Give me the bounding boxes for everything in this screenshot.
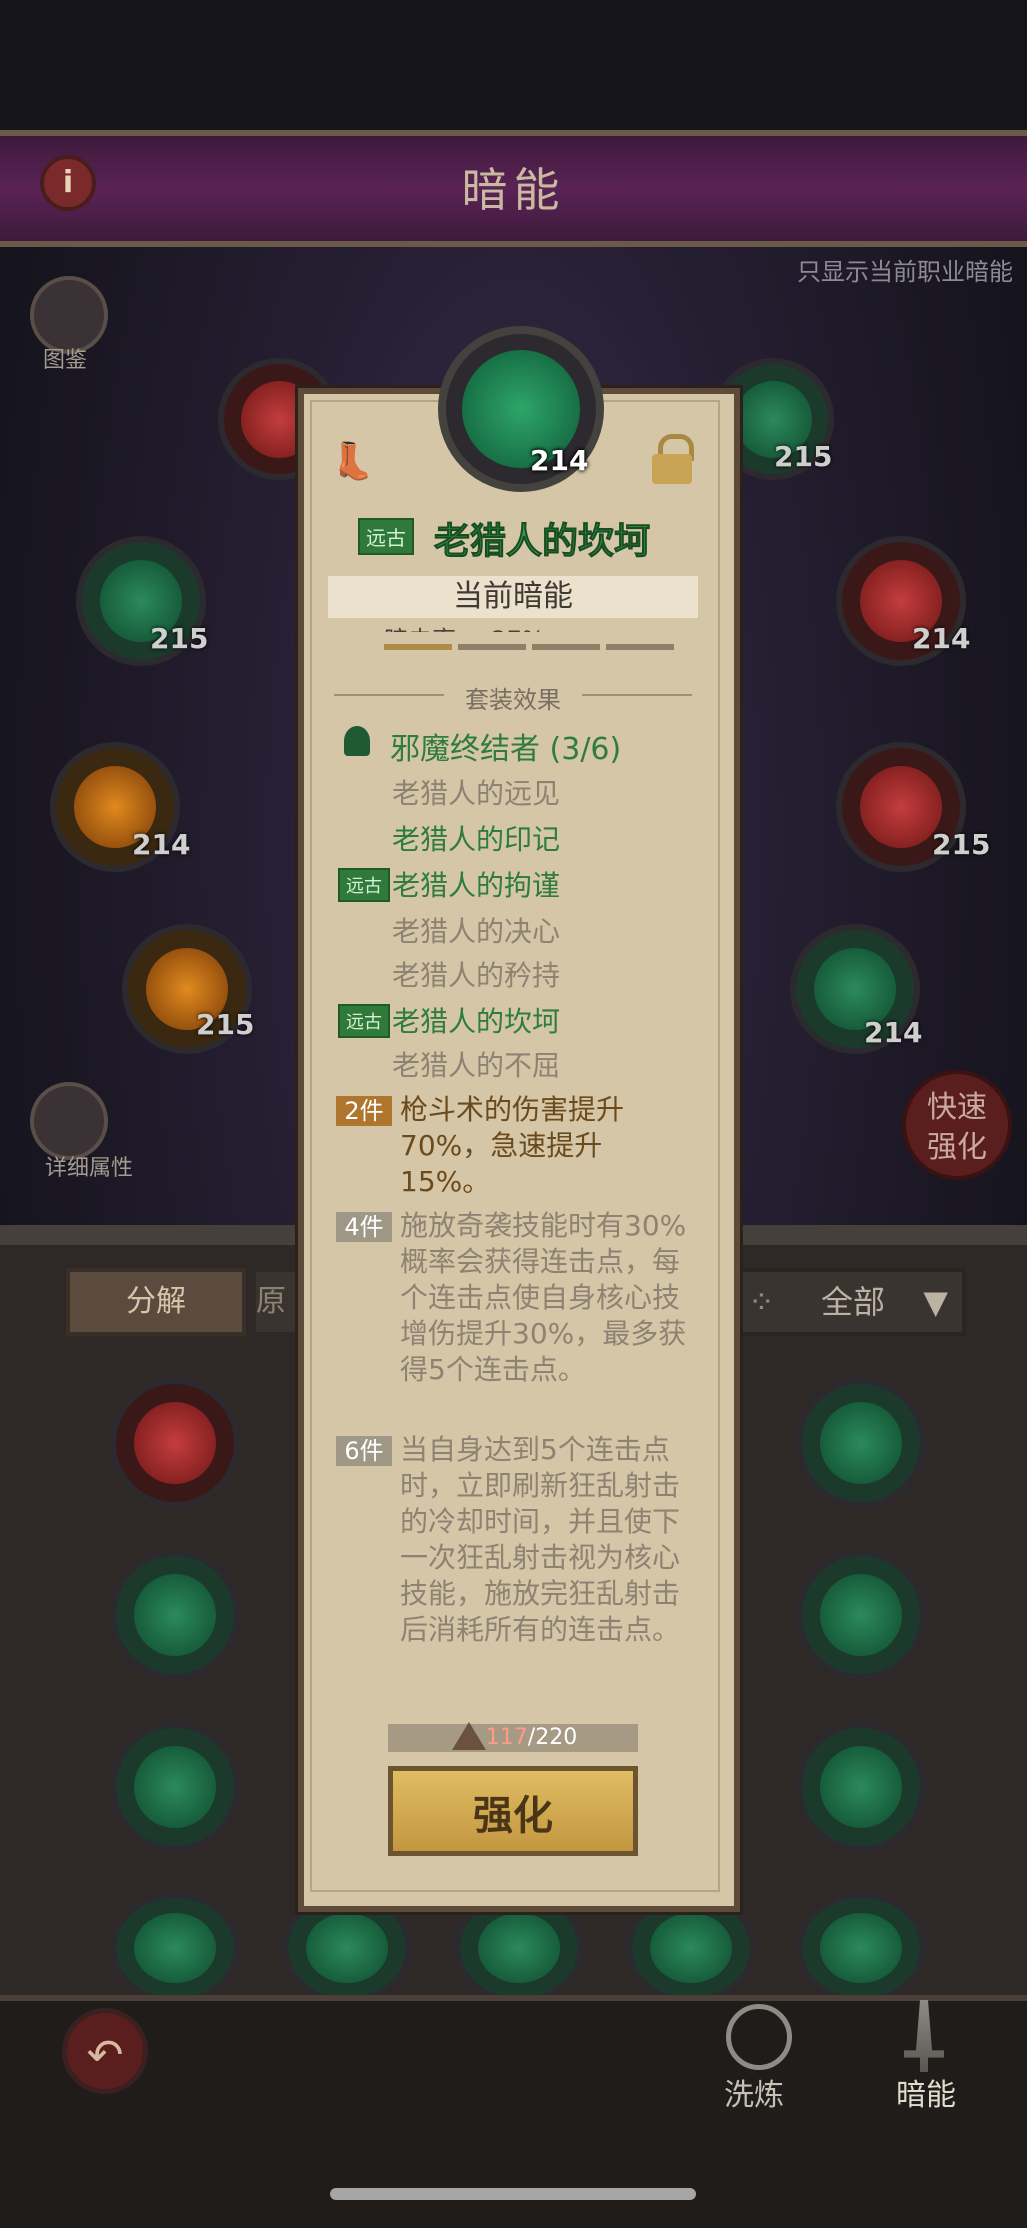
upgrade-button[interactable]: 强化 bbox=[388, 1766, 638, 1856]
quick-upgrade-label: 强化 bbox=[927, 1130, 987, 1165]
nav-dark-energy-label[interactable]: 暗能 bbox=[896, 2070, 956, 2114]
bonus-tier-tag: 2件 bbox=[336, 1096, 392, 1126]
inventory-item[interactable] bbox=[110, 1378, 240, 1508]
sort-button-partial[interactable]: 原 bbox=[256, 1272, 296, 1332]
inventory-item[interactable] bbox=[796, 1892, 926, 2004]
unlock-icon[interactable] bbox=[650, 434, 696, 484]
job-filter-toggle[interactable]: 只显示当前职业暗能 bbox=[797, 252, 1013, 287]
set-piece: 老猎人的不屈 bbox=[392, 1049, 561, 1082]
page-title: 暗能 bbox=[461, 163, 566, 217]
current-dark-energy-label: 当前暗能 bbox=[328, 576, 698, 618]
inventory-item[interactable] bbox=[110, 1892, 240, 2004]
gear-level: 215 bbox=[932, 828, 991, 861]
inventory-item[interactable] bbox=[796, 1722, 926, 1852]
gear-level: 214 bbox=[864, 1016, 923, 1049]
cost-current: 117 bbox=[485, 1725, 528, 1750]
stat-line-partial: 暗击率 + 27% bbox=[384, 620, 545, 632]
stat-progress bbox=[384, 644, 674, 650]
hood-icon bbox=[344, 726, 370, 756]
rarity-tag: 远古 bbox=[338, 1004, 390, 1038]
bonus-tier-tag: 4件 bbox=[336, 1212, 392, 1242]
boots-icon: 👢 bbox=[330, 441, 375, 482]
set-name: 邪魔终结者 (3/6) bbox=[390, 732, 622, 767]
set-piece: 老猎人的拘谨 bbox=[392, 869, 561, 902]
bonus-text: 施放奇袭技能时有30%概率会获得连击点，每个连击点使自身核心技增伤提升30%，最… bbox=[400, 1209, 687, 1386]
decompose-button[interactable]: 分解 bbox=[66, 1268, 246, 1336]
set-piece: 老猎人的印记 bbox=[392, 823, 561, 856]
codex-label[interactable]: 图鉴 bbox=[10, 342, 120, 374]
set-piece: 老猎人的远见 bbox=[392, 777, 561, 810]
nav-refine-label[interactable]: 洗炼 bbox=[724, 2070, 784, 2114]
gear-level: 215 bbox=[150, 622, 209, 655]
set-piece: 老猎人的坎坷 bbox=[392, 1005, 561, 1038]
info-button[interactable]: i bbox=[40, 155, 96, 211]
gear-level: 214 bbox=[912, 622, 971, 655]
title-bar: 暗能 bbox=[0, 130, 1027, 247]
details-label[interactable]: 详细属性 bbox=[14, 1150, 164, 1182]
inventory-item[interactable] bbox=[796, 1550, 926, 1680]
bonus-text: 当自身达到5个连击点时，立即刷新狂乱射击的冷却时间，并且使下一次狂乱射击视为核心… bbox=[400, 1433, 681, 1646]
inventory-item[interactable] bbox=[110, 1550, 240, 1680]
status-area bbox=[0, 0, 1027, 130]
filter-all-dropdown[interactable]: ⁘ 全部 ▼ bbox=[722, 1268, 966, 1336]
item-name: 老猎人的坎坷 bbox=[433, 521, 651, 563]
bonus-text: 枪斗术的伤害提升70%，急速提升15%。 bbox=[400, 1093, 625, 1198]
cost-total: /220 bbox=[527, 1725, 578, 1750]
item-level: 214 bbox=[530, 444, 589, 477]
upgrade-cost: 117/220 bbox=[388, 1724, 638, 1752]
set-piece: 老猎人的矜持 bbox=[392, 959, 561, 992]
home-indicator bbox=[330, 2188, 696, 2200]
inventory-item[interactable] bbox=[110, 1722, 240, 1852]
filter-all-label: 全部 bbox=[820, 1283, 885, 1321]
inventory-item[interactable] bbox=[796, 1378, 926, 1508]
set-piece: 老猎人的决心 bbox=[392, 915, 561, 948]
rarity-tag: 远古 bbox=[358, 518, 414, 555]
bonus-tier-tag: 6件 bbox=[336, 1436, 392, 1466]
quick-upgrade-label: 快速 bbox=[927, 1090, 987, 1125]
set-section-title: 套装效果 bbox=[465, 686, 561, 714]
gear-level: 215 bbox=[196, 1008, 255, 1041]
details-icon[interactable] bbox=[30, 1082, 108, 1160]
gear-level: 214 bbox=[132, 828, 191, 861]
grid-icon: ⁘ bbox=[748, 1283, 775, 1321]
chevron-down-icon: ▼ bbox=[923, 1283, 948, 1321]
back-button[interactable]: ↶ bbox=[62, 2008, 148, 2094]
gear-level: 215 bbox=[774, 440, 833, 473]
quick-upgrade-button[interactable]: 快速 强化 bbox=[902, 1070, 1012, 1180]
rarity-tag: 远古 bbox=[338, 868, 390, 902]
refine-icon[interactable] bbox=[726, 2004, 792, 2070]
